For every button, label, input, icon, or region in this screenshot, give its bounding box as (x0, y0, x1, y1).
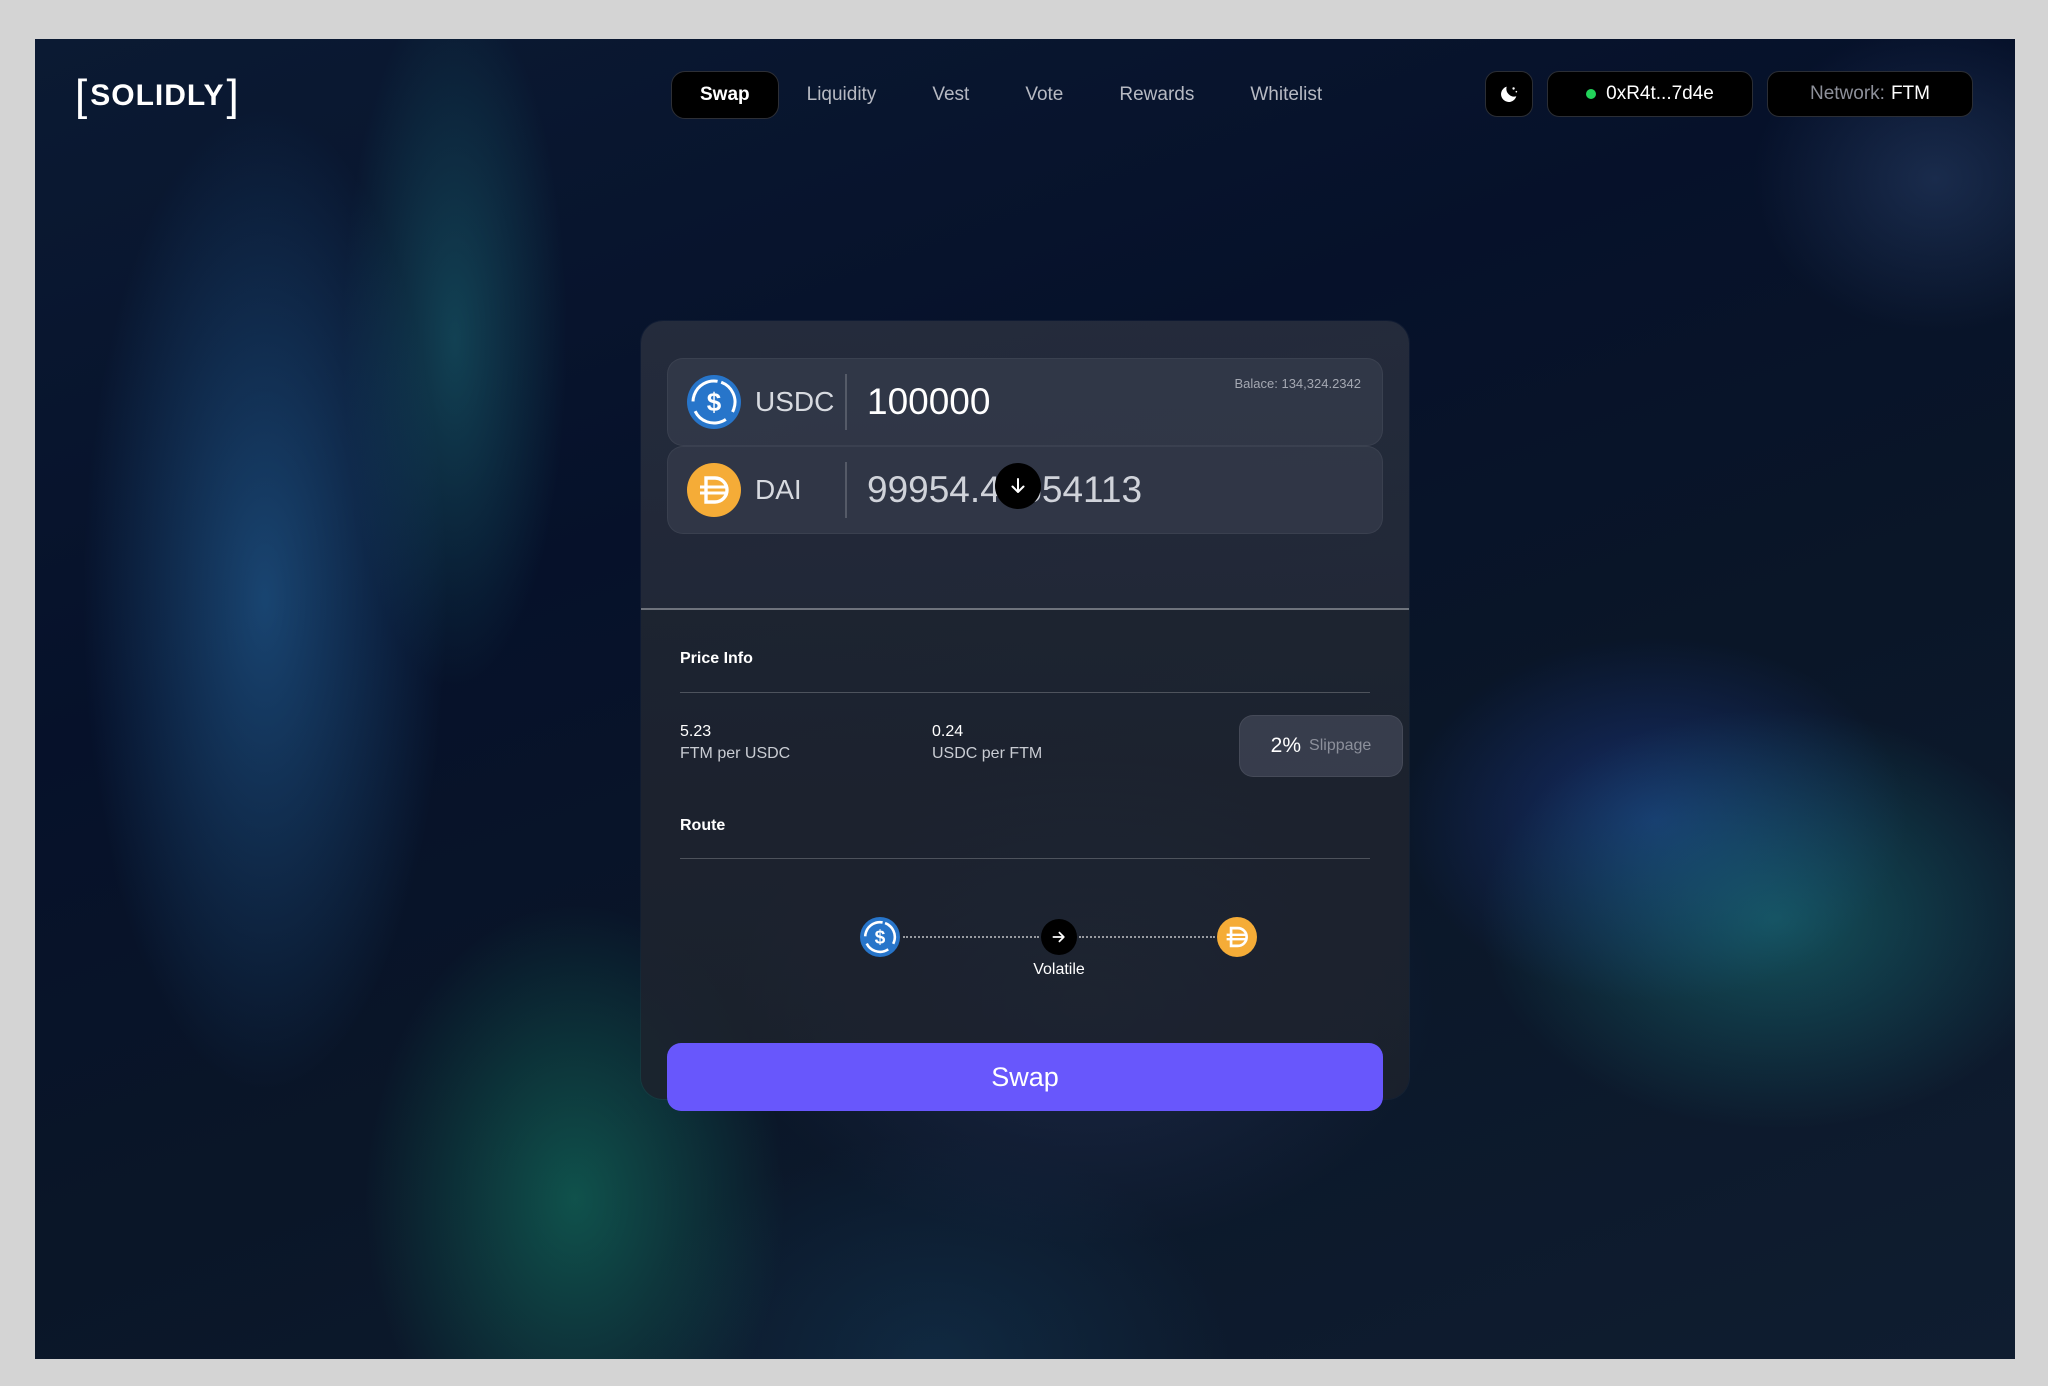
route-line-right (1079, 936, 1215, 938)
to-token-symbol[interactable]: DAI (755, 446, 802, 534)
swap-direction-button[interactable] (995, 463, 1041, 509)
svg-text:$: $ (707, 387, 722, 417)
slippage-value: 2% (1270, 734, 1302, 757)
card-details (641, 610, 1409, 1099)
theme-toggle-button[interactable] (1485, 71, 1533, 117)
dai-icon[interactable] (687, 463, 741, 517)
from-separator (845, 374, 847, 430)
swap-submit-button[interactable]: Swap (667, 1043, 1383, 1111)
arrow-down-icon (1011, 478, 1025, 493)
rate1-value: 5.23 (680, 723, 712, 740)
route-pool-type: Volatile (1033, 961, 1085, 978)
rate-usdc-per-ftm: 0.24 USDC per FTM (932, 723, 1042, 763)
rate2-label: USDC per FTM (932, 745, 1043, 762)
wallet-status-dot (1586, 89, 1597, 99)
route-usdc-icon: $ (860, 917, 900, 957)
usdc-icon[interactable]: $ (687, 375, 741, 429)
to-separator (845, 462, 847, 518)
route-line-left (903, 936, 1039, 938)
network-value: FTM (1890, 83, 1930, 104)
nav-rewards[interactable]: Rewards (1091, 72, 1222, 118)
network-button[interactable]: Network: FTM (1767, 71, 1973, 117)
swap-card: $ USDC 100000 Balace: 134,324.2342 DAI P… (641, 321, 1409, 1111)
from-token-box: $ USDC 100000 Balace: 134,324.2342 (667, 358, 1383, 446)
moon-icon (1501, 86, 1518, 102)
rate1-label: FTM per USDC (680, 745, 791, 762)
route-title: Route (680, 817, 726, 834)
nav-liquidity[interactable]: Liquidity (779, 72, 905, 118)
app-frame: [ SOLIDLY ] Swap Liquidity Vest Vote Rew… (35, 39, 2015, 1359)
logo-text: SOLIDLY (90, 79, 225, 112)
price-info-rule (680, 692, 1370, 693)
main-nav: Swap Liquidity Vest Vote Rewards Whiteli… (671, 71, 1350, 119)
from-token-symbol[interactable]: USDC (755, 358, 834, 446)
nav-vest[interactable]: Vest (904, 72, 997, 118)
nav-swap[interactable]: Swap (671, 71, 779, 119)
rate-ftm-per-usdc: 5.23 FTM per USDC (680, 723, 790, 763)
slippage-button[interactable]: 2% Slippage (1239, 715, 1403, 777)
network-label: Network: (1809, 83, 1885, 104)
wallet-address: 0xR4t...7d4e (1606, 83, 1714, 104)
wallet-button[interactable]: 0xR4t...7d4e (1547, 71, 1753, 117)
svg-text:$: $ (875, 928, 886, 949)
from-balance: Balace: 134,324.2342 (1234, 376, 1362, 391)
route-dai-icon (1217, 917, 1257, 957)
price-info-title: Price Info (680, 650, 753, 667)
from-amount-input[interactable]: 100000 (867, 358, 990, 446)
slippage-label: Slippage (1309, 737, 1372, 754)
route-arrow-icon (1041, 919, 1077, 955)
nav-vote[interactable]: Vote (997, 72, 1091, 118)
rate2-value: 0.24 (932, 723, 964, 740)
route-rule (680, 858, 1370, 859)
solidly-logo[interactable]: [ SOLIDLY ] (73, 73, 242, 119)
nav-whitelist[interactable]: Whitelist (1222, 72, 1350, 118)
